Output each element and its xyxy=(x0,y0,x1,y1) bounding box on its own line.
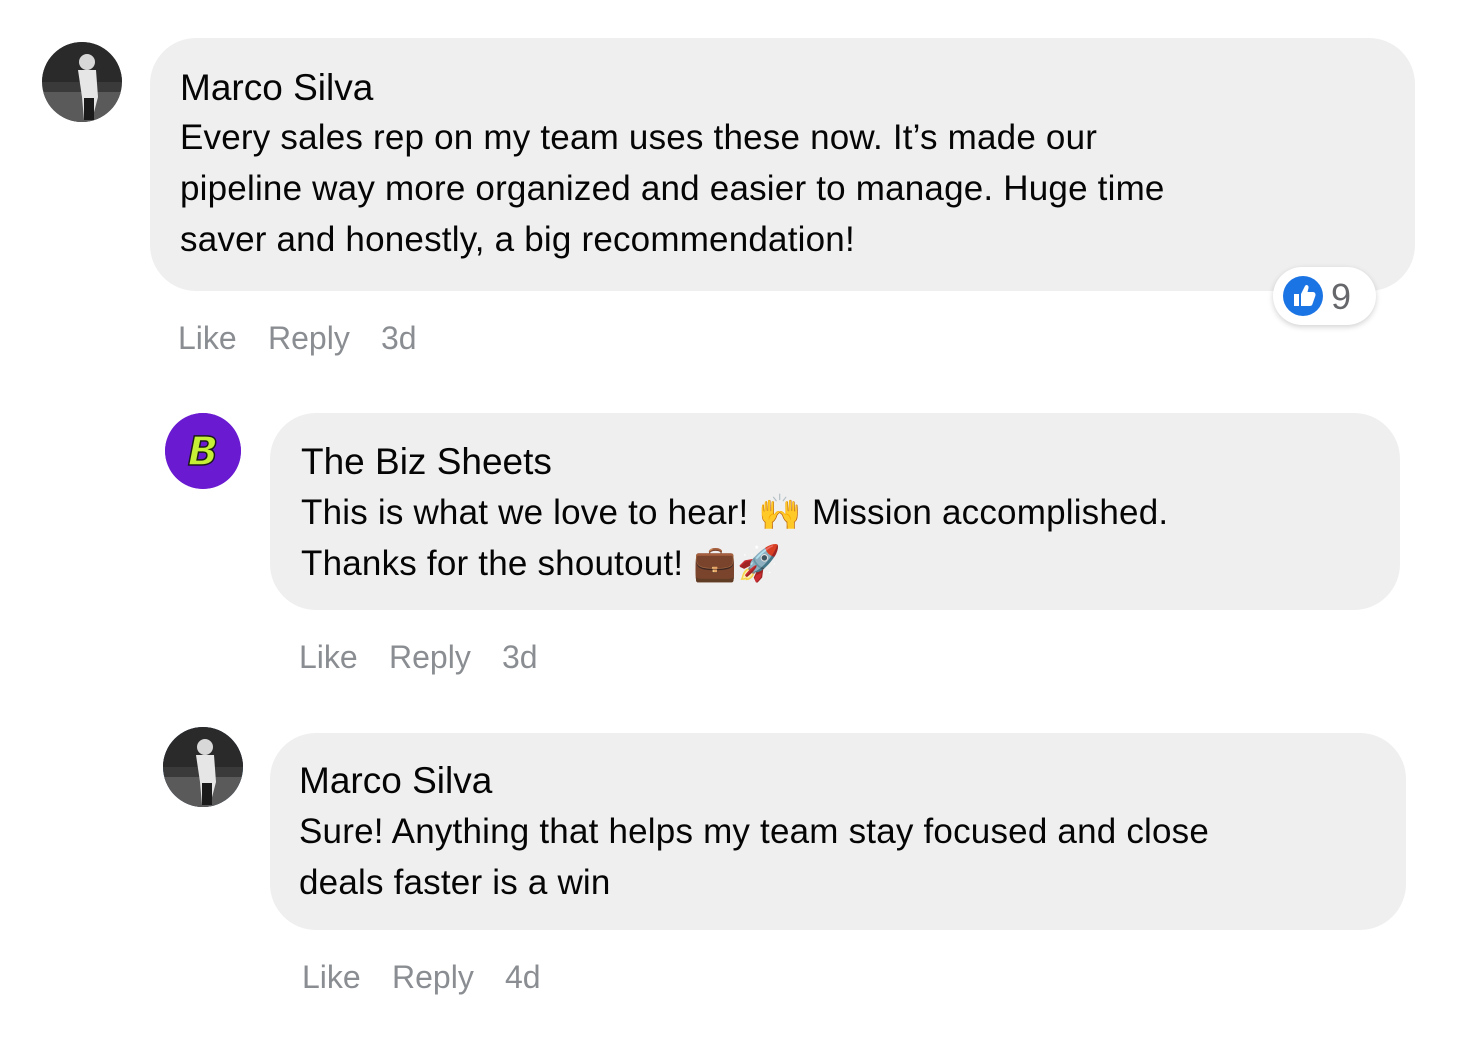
comment-author[interactable]: Marco Silva xyxy=(299,759,492,803)
biz-sheets-logo-icon: B xyxy=(165,413,241,489)
reaction-summary[interactable]: 9 xyxy=(1273,267,1376,325)
reply-button[interactable]: Reply xyxy=(392,957,474,997)
thumbs-up-icon xyxy=(1283,276,1323,316)
like-button[interactable]: Like xyxy=(178,318,237,358)
profile-photo-icon xyxy=(163,727,243,807)
avatar[interactable] xyxy=(163,727,243,807)
comment-text-line: Thanks for the shoutout! 💼🚀 xyxy=(301,542,781,586)
comment-bubble: The Biz Sheets This is what we love to h… xyxy=(270,413,1400,610)
like-button[interactable]: Like xyxy=(302,957,361,997)
comment-timestamp[interactable]: 4d xyxy=(505,957,541,997)
comment-text-line: Sure! Anything that helps my team stay f… xyxy=(299,812,1210,851)
svg-text:B: B xyxy=(188,429,219,475)
comment-text-line: pipeline way more organized and easier t… xyxy=(180,169,1165,208)
comment-bubble: Marco Silva Sure! Anything that helps my… xyxy=(270,733,1406,930)
raising-hands-emoji: 🙌 xyxy=(758,493,803,532)
reply-button[interactable]: Reply xyxy=(268,318,350,358)
comment-bubble: Marco Silva Every sales rep on my team u… xyxy=(150,38,1415,291)
comment-text-line: saver and honestly, a big recommendation… xyxy=(180,220,855,259)
briefcase-rocket-emoji: 💼🚀 xyxy=(693,544,781,583)
avatar[interactable] xyxy=(42,42,122,122)
reaction-count: 9 xyxy=(1331,276,1352,317)
comment-text-line: This is what we love to hear! 🙌 Mission … xyxy=(301,491,1168,535)
text-segment: This is what we love to hear! xyxy=(301,493,759,532)
like-button[interactable]: Like xyxy=(299,637,358,677)
comment-text-line: deals faster is a win xyxy=(299,863,611,902)
reply-button[interactable]: Reply xyxy=(389,637,471,677)
text-segment: Thanks for the shoutout! xyxy=(301,544,694,583)
comment-author[interactable]: Marco Silva xyxy=(180,66,373,110)
text-segment: Mission accomplished. xyxy=(802,493,1169,532)
avatar[interactable]: B xyxy=(165,413,241,489)
comment-timestamp[interactable]: 3d xyxy=(381,318,417,358)
profile-photo-icon xyxy=(42,42,122,122)
comment-timestamp[interactable]: 3d xyxy=(502,637,538,677)
comment-text-line: Every sales rep on my team uses these no… xyxy=(180,118,1098,157)
comment-author[interactable]: The Biz Sheets xyxy=(301,440,552,484)
